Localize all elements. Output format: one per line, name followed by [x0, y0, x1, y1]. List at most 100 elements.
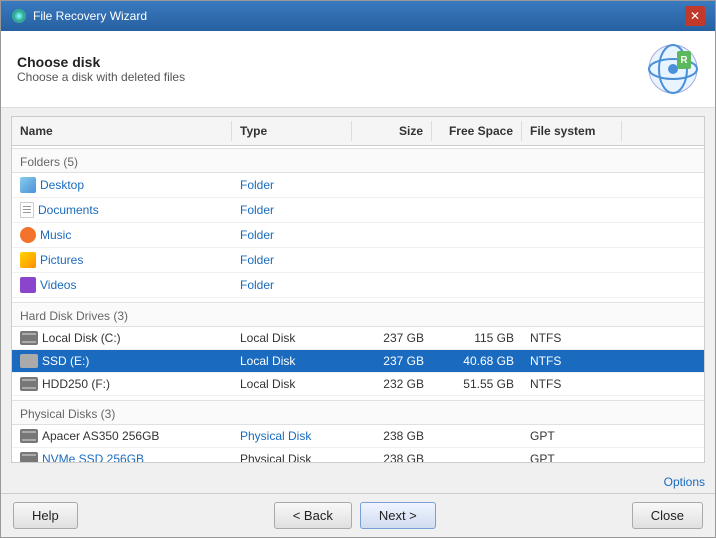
col-type: Type	[232, 121, 352, 141]
cell-extra	[622, 223, 642, 247]
content-area: Name Type Size Free Space File system Fo…	[11, 116, 705, 463]
cell-name: HDD250 (F:)	[12, 373, 232, 395]
close-button[interactable]: ✕	[685, 6, 705, 26]
cell-fs: NTFS	[522, 327, 622, 349]
cell-free	[432, 425, 522, 447]
docs-icon	[20, 202, 34, 218]
desktop-icon	[20, 177, 36, 193]
app-icon	[11, 8, 27, 24]
cell-extra	[622, 273, 642, 297]
cell-name: Desktop	[12, 173, 232, 197]
hdd-icon	[20, 429, 38, 443]
cell-fs	[522, 198, 622, 222]
cell-name: NVMe SSD 256GB	[12, 448, 232, 462]
window-title: File Recovery Wizard	[33, 9, 147, 23]
item-name-link[interactable]: Music	[40, 228, 71, 242]
cell-free	[432, 223, 522, 247]
item-name-link[interactable]: Documents	[38, 203, 99, 217]
help-button[interactable]: Help	[13, 502, 78, 529]
videos-icon	[20, 277, 36, 293]
table-row-selected[interactable]: SSD (E:) Local Disk 237 GB 40.68 GB NTFS	[12, 350, 704, 373]
cell-extra	[622, 248, 642, 272]
footer-center-buttons: < Back Next >	[274, 502, 436, 529]
cell-extra	[622, 425, 642, 447]
item-name: Apacer AS350 256GB	[42, 429, 159, 443]
cell-free	[432, 198, 522, 222]
cell-type: Physical Disk	[232, 448, 352, 462]
item-name-link[interactable]: SSD (E:)	[42, 354, 89, 368]
hdd-icon	[20, 377, 38, 391]
col-name: Name	[12, 121, 232, 141]
header-text: Choose disk Choose a disk with deleted f…	[17, 54, 185, 84]
cell-fs: GPT	[522, 448, 622, 462]
cell-fs	[522, 248, 622, 272]
cell-type: Local Disk	[232, 350, 352, 372]
title-bar: File Recovery Wizard ✕	[1, 1, 715, 31]
table-row[interactable]: Desktop Folder	[12, 173, 704, 198]
svg-text:R: R	[680, 55, 688, 66]
cell-size	[352, 198, 432, 222]
col-filesystem: File system	[522, 121, 622, 141]
table-row[interactable]: Pictures Folder	[12, 248, 704, 273]
cell-name: Apacer AS350 256GB	[12, 425, 232, 447]
cell-type: Folder	[232, 223, 352, 247]
table-row[interactable]: NVMe SSD 256GB Physical Disk 238 GB GPT	[12, 448, 704, 462]
cell-name: Documents	[12, 198, 232, 222]
cell-fs	[522, 173, 622, 197]
cell-name: Pictures	[12, 248, 232, 272]
cell-size: 232 GB	[352, 373, 432, 395]
cell-size	[352, 223, 432, 247]
close-dialog-button[interactable]: Close	[632, 502, 703, 529]
section-physical: Physical Disks (3)	[12, 400, 704, 425]
col-scroll	[622, 121, 642, 141]
item-name-link[interactable]: Pictures	[40, 253, 83, 267]
item-name-link[interactable]: Desktop	[40, 178, 84, 192]
options-link[interactable]: Options	[664, 475, 705, 489]
window: File Recovery Wizard ✕ Choose disk Choos…	[0, 0, 716, 538]
cell-type: Local Disk	[232, 373, 352, 395]
header: Choose disk Choose a disk with deleted f…	[1, 31, 715, 108]
cell-fs: GPT	[522, 425, 622, 447]
col-size: Size	[352, 121, 432, 141]
table-row[interactable]: Documents Folder	[12, 198, 704, 223]
section-folders: Folders (5)	[12, 148, 704, 173]
item-name-link[interactable]: Videos	[40, 278, 76, 292]
cell-fs: NTFS	[522, 350, 622, 372]
table-row[interactable]: HDD250 (F:) Local Disk 232 GB 51.55 GB N…	[12, 373, 704, 396]
cell-fs	[522, 223, 622, 247]
table-body: Folders (5) Desktop Folder Documents	[12, 146, 704, 462]
next-button[interactable]: Next >	[360, 502, 436, 529]
cell-free	[432, 448, 522, 462]
table-row[interactable]: Local Disk (C:) Local Disk 237 GB 115 GB…	[12, 327, 704, 350]
table-row[interactable]: Music Folder	[12, 223, 704, 248]
header-logo: R	[647, 43, 699, 95]
cell-extra	[622, 350, 642, 372]
cell-extra	[622, 173, 642, 197]
table-row[interactable]: Apacer AS350 256GB Physical Disk 238 GB …	[12, 425, 704, 448]
cell-size: 238 GB	[352, 448, 432, 462]
cell-size: 237 GB	[352, 350, 432, 372]
back-button[interactable]: < Back	[274, 502, 352, 529]
col-freespace: Free Space	[432, 121, 522, 141]
cell-free: 40.68 GB	[432, 350, 522, 372]
cell-extra	[622, 198, 642, 222]
cell-free	[432, 173, 522, 197]
cell-name: Local Disk (C:)	[12, 327, 232, 349]
cell-fs	[522, 273, 622, 297]
options-area: Options	[1, 471, 715, 493]
cell-type: Folder	[232, 198, 352, 222]
hdd-icon	[20, 331, 38, 345]
cell-extra	[622, 373, 642, 395]
cell-free	[432, 248, 522, 272]
title-bar-left: File Recovery Wizard	[11, 8, 147, 24]
item-name: Local Disk (C:)	[42, 331, 121, 345]
page-title: Choose disk	[17, 54, 185, 70]
cell-name: Videos	[12, 273, 232, 297]
cell-free	[432, 273, 522, 297]
table-row[interactable]: Videos Folder	[12, 273, 704, 298]
footer: Help < Back Next > Close	[1, 493, 715, 537]
item-name-link[interactable]: NVMe SSD 256GB	[42, 452, 144, 462]
cell-size: 238 GB	[352, 425, 432, 447]
cell-name: SSD (E:)	[12, 350, 232, 372]
cell-extra	[622, 327, 642, 349]
